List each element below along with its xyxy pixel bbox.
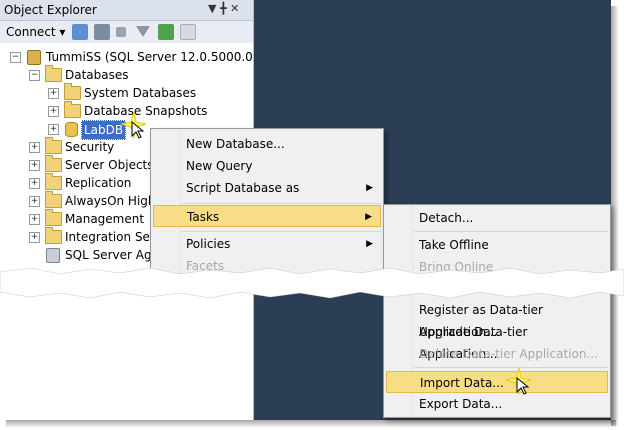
tasks-submenu: Detach... Take Offline Bring Online Regi… — [383, 204, 611, 418]
window-shadow-right — [611, 6, 619, 426]
menu-item-detach[interactable]: Detach... — [386, 207, 608, 229]
panel-window-controls[interactable]: ▼ ╋ ✕ — [208, 2, 239, 15]
disconnect-icon[interactable] — [94, 24, 110, 40]
expand-toggle[interactable]: + — [29, 196, 40, 207]
submenu-arrow-icon: ▶ — [366, 183, 373, 193]
tree-label: Server Objects — [65, 158, 154, 172]
expand-toggle[interactable]: + — [48, 124, 59, 135]
folder-icon — [45, 173, 62, 190]
menu-item-script-database-as[interactable]: Script Database as ▶ — [153, 177, 381, 199]
submenu-arrow-icon: ▶ — [365, 212, 372, 222]
torn-edge-overlay — [0, 267, 624, 299]
panel-title: Object Explorer — [4, 3, 97, 17]
menu-item-tasks[interactable]: Tasks ▶ — [153, 205, 381, 227]
mouse-cursor-icon — [505, 368, 532, 395]
connect-server-icon[interactable] — [72, 24, 88, 40]
menu-item-label: Detach... — [419, 211, 474, 225]
menu-item-label: Import Data... — [420, 376, 504, 390]
server-icon — [27, 50, 41, 65]
folder-icon — [45, 191, 62, 208]
expand-toggle[interactable]: + — [29, 178, 40, 189]
expand-toggle[interactable]: + — [29, 160, 40, 171]
folder-icon — [45, 65, 62, 82]
stop-icon[interactable] — [116, 27, 126, 37]
object-explorer-details-icon[interactable] — [180, 24, 196, 40]
menu-item-new-query[interactable]: New Query — [153, 155, 381, 177]
database-context-menu: New Database... New Query Script Databas… — [150, 128, 384, 280]
submenu-arrow-icon: ▶ — [366, 239, 373, 249]
tree-node-system-databases[interactable]: + System Databases — [0, 83, 253, 102]
folder-icon — [45, 209, 62, 226]
collapse-toggle[interactable]: − — [10, 52, 21, 63]
menu-item-label: New Query — [186, 159, 253, 173]
menu-item-upgrade-data-tier[interactable]: Upgrade Data-tier Application... — [386, 321, 608, 361]
folder-icon — [45, 137, 62, 154]
folder-icon — [64, 83, 81, 100]
connect-button[interactable]: Connect ▾ — [6, 25, 65, 41]
tree-label: AlwaysOn High — [65, 194, 156, 208]
tree-label: System Databases — [84, 86, 197, 100]
folder-icon — [64, 101, 81, 118]
menu-item-policies[interactable]: Policies ▶ — [153, 233, 381, 255]
agent-icon — [46, 248, 60, 263]
menu-separator — [181, 203, 381, 204]
tree-label: Management — [65, 212, 145, 226]
menu-item-export-data[interactable]: Export Data... — [386, 393, 608, 415]
folder-icon — [45, 155, 62, 172]
mouse-cursor-icon — [120, 112, 147, 139]
menu-item-import-data[interactable]: Import Data... — [386, 371, 608, 393]
database-icon — [65, 122, 78, 137]
expand-toggle[interactable]: + — [29, 232, 40, 243]
tree-label: Security — [65, 140, 115, 154]
menu-item-new-database[interactable]: New Database... — [153, 133, 381, 155]
menu-item-label: Take Offline — [419, 238, 489, 252]
collapse-toggle[interactable]: − — [29, 70, 40, 81]
menu-item-label: Delete Data-tier Application... — [419, 347, 598, 361]
expand-toggle[interactable]: + — [48, 106, 59, 117]
tree-label: Databases — [65, 68, 129, 82]
menu-item-label: Export Data... — [419, 397, 503, 411]
object-explorer-toolbar: Connect ▾ — [0, 21, 253, 43]
tree-node-server[interactable]: − TummiSS (SQL Server 12.0.5000.0 - SP\A — [0, 48, 253, 66]
menu-item-label: New Database... — [186, 137, 285, 151]
menu-item-label: Policies — [186, 237, 231, 251]
expand-toggle[interactable]: + — [29, 142, 40, 153]
menu-separator — [181, 231, 381, 232]
menu-item-take-offline[interactable]: Take Offline — [386, 234, 608, 256]
menu-separator — [414, 231, 608, 232]
menu-item-label: Script Database as — [186, 181, 300, 195]
filter-icon[interactable] — [136, 26, 150, 37]
tree-label: TummiSS (SQL Server 12.0.5000.0 - SP\A — [46, 50, 253, 64]
expand-toggle[interactable]: + — [48, 88, 59, 99]
refresh-icon[interactable] — [158, 24, 174, 40]
expand-toggle[interactable]: + — [29, 214, 40, 225]
tree-label: Replication — [65, 176, 132, 190]
tree-node-databases[interactable]: − Databases — [0, 65, 253, 84]
menu-item-delete-data-tier[interactable]: Delete Data-tier Application... — [386, 343, 608, 365]
object-explorer-titlebar: Object Explorer ▼ ╋ ✕ — [0, 0, 253, 21]
menu-item-label: Tasks — [187, 210, 220, 224]
folder-icon — [45, 227, 62, 244]
